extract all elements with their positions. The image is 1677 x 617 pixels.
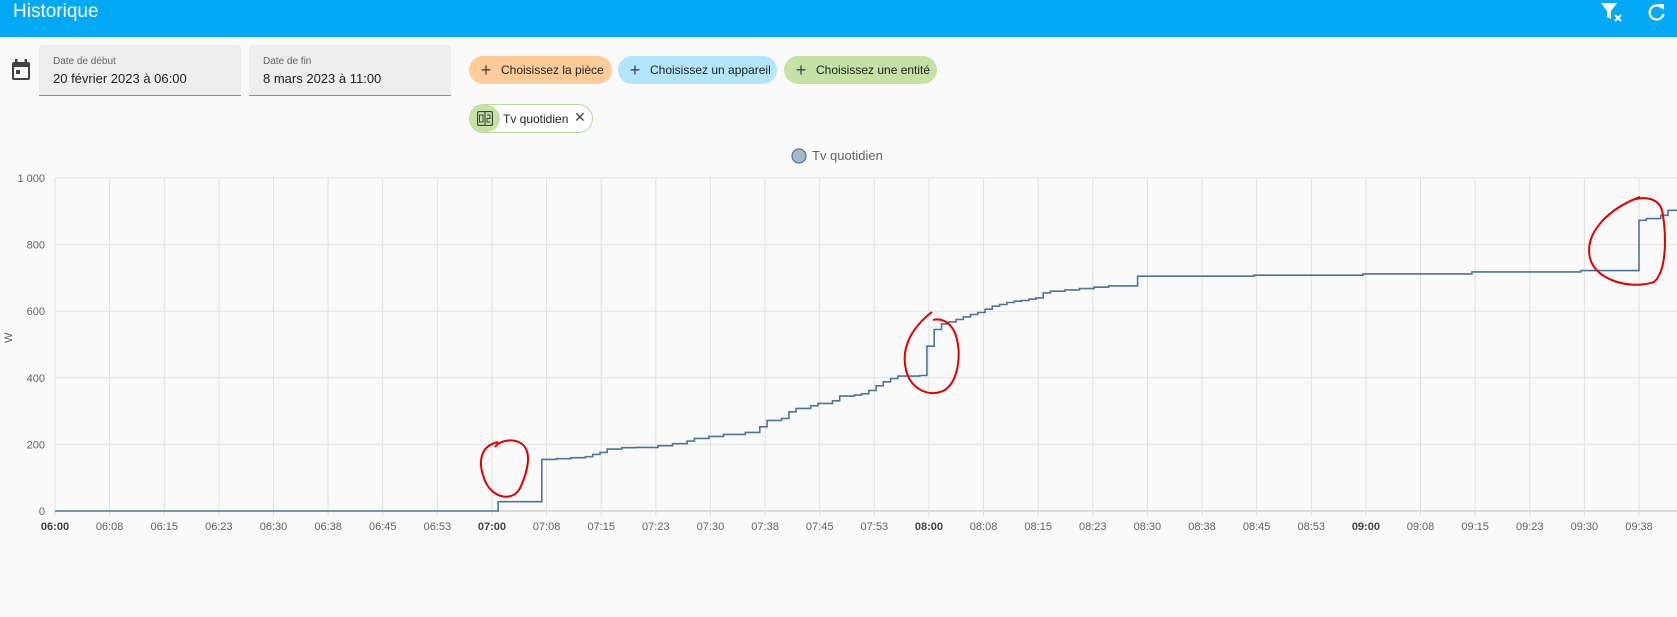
x-tick-label: 09:23 <box>1516 521 1544 533</box>
x-tick-label: 09:38 <box>1625 521 1653 533</box>
x-tick-label: 08:08 <box>970 521 998 533</box>
x-tick-label: 08:53 <box>1298 521 1326 533</box>
start-date-field[interactable]: Date de début 20 février 2023 à 06:00 <box>39 45 241 96</box>
y-axis-label: W <box>3 332 15 343</box>
x-tick-label: 07:30 <box>697 521 725 533</box>
choose-entity-label: Choisissez une entité <box>816 63 931 77</box>
remove-entity-icon[interactable]: ✕ <box>574 109 586 126</box>
choose-area-chip[interactable]: + Choisissez la pièce <box>469 56 612 84</box>
x-tick-label: 08:30 <box>1134 521 1162 533</box>
filter-remove-icon[interactable] <box>1598 0 1626 26</box>
x-tick-label: 08:15 <box>1024 521 1052 533</box>
annotation-circle-1 <box>480 439 529 498</box>
y-tick-label: 600 <box>27 306 45 318</box>
calendar-icon[interactable] <box>10 58 32 82</box>
plus-icon: + <box>795 60 807 80</box>
y-tick-label: 0 <box>39 506 45 518</box>
x-tick-label: 08:38 <box>1188 521 1216 533</box>
x-tick-label: 06:15 <box>150 521 178 533</box>
start-date-value: 20 février 2023 à 06:00 <box>53 71 187 86</box>
top-app-bar: Historique <box>0 0 1677 37</box>
plus-icon: + <box>480 60 492 80</box>
legend-marker[interactable] <box>791 148 807 164</box>
end-date-label: Date de fin <box>263 56 312 67</box>
y-tick-label: 800 <box>27 240 45 252</box>
selected-entity-chip[interactable]: Tv quotidien ✕ <box>469 104 593 133</box>
start-date-label: Date de début <box>53 56 116 67</box>
x-tick-label: 06:00 <box>41 521 69 533</box>
legend-label[interactable]: Tv quotidien <box>812 148 883 163</box>
x-tick-label: 06:30 <box>260 521 288 533</box>
x-tick-label: 06:53 <box>424 521 452 533</box>
page-title: Historique <box>13 1 99 22</box>
x-tick-label: 09:30 <box>1571 521 1599 533</box>
series-line-tv-quotidien[interactable] <box>55 209 1677 512</box>
x-tick-label: 07:45 <box>806 521 834 533</box>
selected-entity-name: Tv quotidien <box>503 112 569 126</box>
x-tick-label: 09:15 <box>1461 521 1489 533</box>
plus-icon: + <box>629 60 641 80</box>
history-chart-svg: Tv quotidien W 0 200 400 600 800 1 000 06:00 0… <box>3 148 1677 533</box>
choose-area-label: Choisissez la pièce <box>501 63 604 77</box>
x-tick-label: 07:08 <box>533 521 561 533</box>
annotation-circle-2 <box>903 311 960 395</box>
choose-entity-chip[interactable]: + Choisissez une entité <box>784 56 937 84</box>
x-tick-label: 08:23 <box>1079 521 1107 533</box>
x-tick-label: 07:00 <box>478 521 506 533</box>
x-tick-label: 08:45 <box>1243 521 1271 533</box>
x-tick-label: 07:23 <box>642 521 670 533</box>
x-tick-label: 06:08 <box>96 521 124 533</box>
x-tick-label: 09:08 <box>1407 521 1435 533</box>
counter-icon <box>477 111 493 126</box>
history-chart: Tv quotidien W 0 200 400 600 800 1 000 06:00 0… <box>0 140 1677 540</box>
y-tick-label: 200 <box>27 439 45 451</box>
x-tick-label: 06:38 <box>314 521 342 533</box>
refresh-icon[interactable] <box>1643 0 1671 26</box>
choose-device-label: Choisissez un appareil <box>650 63 771 77</box>
y-tick-label: 1 000 <box>17 173 45 185</box>
x-tick-label: 07:53 <box>861 521 889 533</box>
x-tick-label: 07:38 <box>751 521 779 533</box>
y-tick-label: 400 <box>27 373 45 385</box>
x-tick-label: 06:23 <box>205 521 233 533</box>
end-date-field[interactable]: Date de fin 8 mars 2023 à 11:00 <box>249 45 451 96</box>
choose-device-chip[interactable]: + Choisissez un appareil <box>618 56 777 84</box>
x-tick-label: 06:45 <box>369 521 397 533</box>
x-tick-label: 09:00 <box>1352 521 1380 533</box>
annotation-circle-3 <box>1588 196 1666 286</box>
x-tick-label: 08:00 <box>915 521 943 533</box>
end-date-value: 8 mars 2023 à 11:00 <box>263 71 382 86</box>
x-tick-label: 07:15 <box>587 521 615 533</box>
